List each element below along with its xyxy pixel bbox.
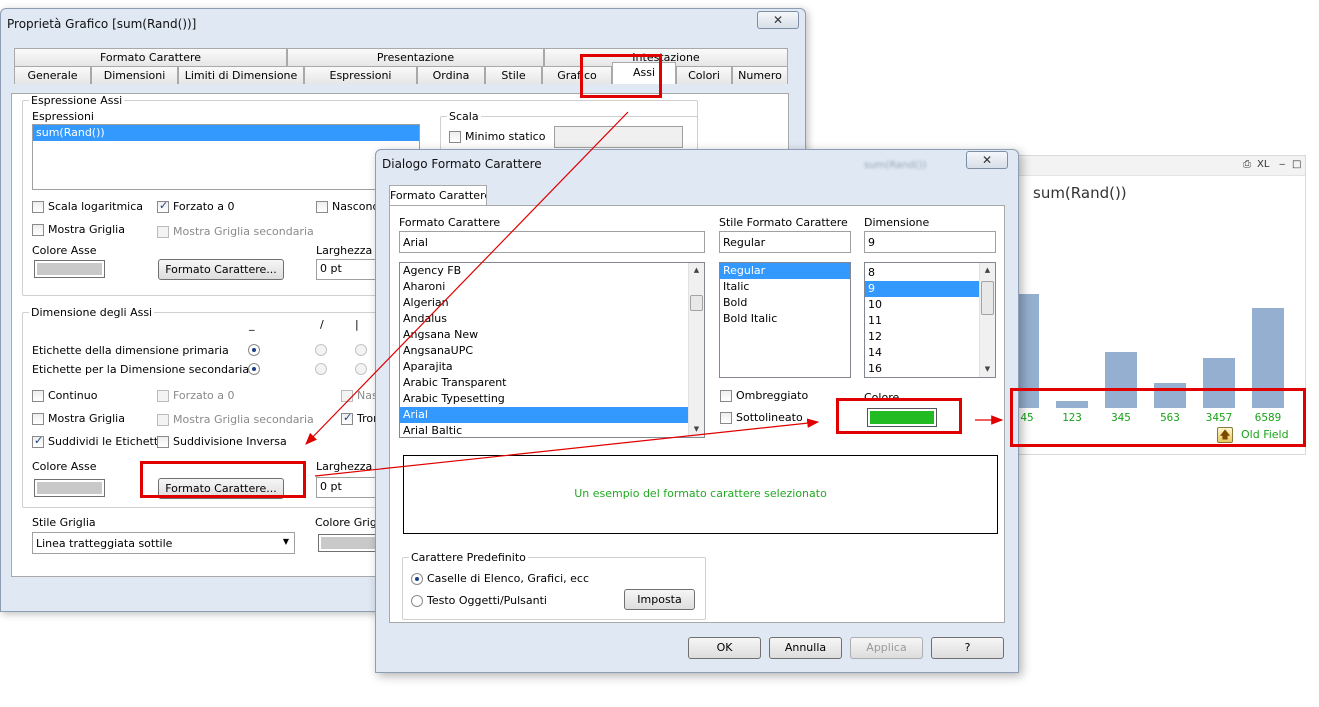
arrow-button-to-colore xyxy=(314,418,820,477)
arrow-assi-to-button xyxy=(305,111,629,445)
annotation-arrows xyxy=(305,111,1004,477)
